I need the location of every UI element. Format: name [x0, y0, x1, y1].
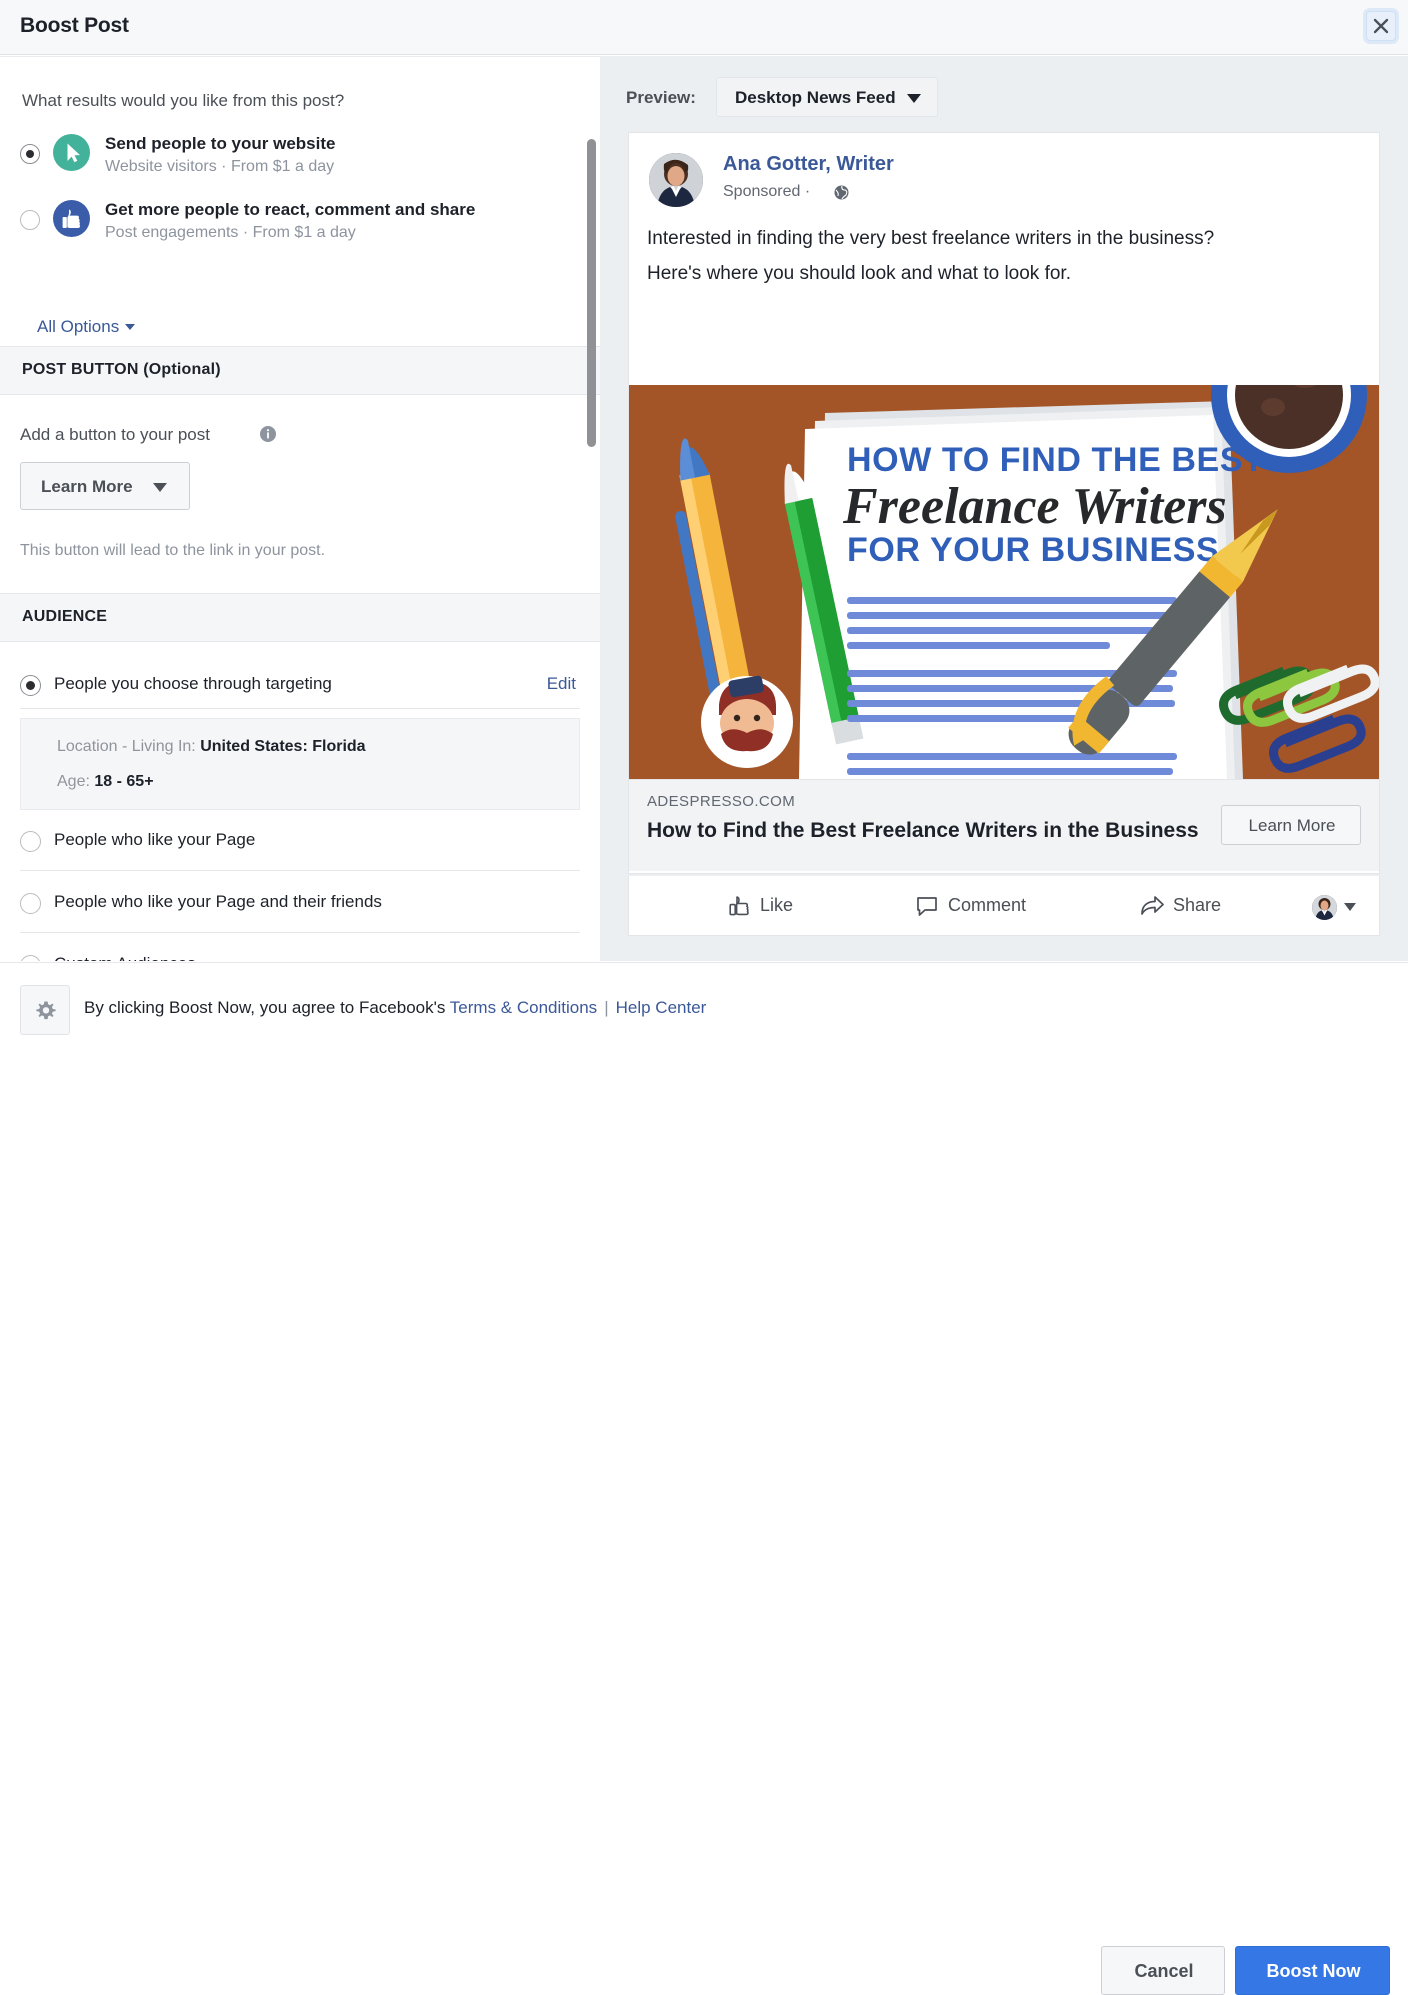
- boost-post-dialog: Boost Post What results would you like f…: [0, 0, 1408, 1995]
- audience-radio-custom[interactable]: [20, 955, 41, 961]
- all-options-label: All Options: [37, 317, 120, 336]
- link-domain: ADESPRESSO.COM: [647, 793, 796, 810]
- agreement-text: By clicking Boost Now, you agree to Face…: [84, 998, 706, 1018]
- thumbs-up-icon: [53, 200, 90, 237]
- targeting-age: Age: 18 - 65+: [57, 773, 154, 791]
- chevron-down-icon: [907, 94, 921, 103]
- goal-title: Get more people to react, comment and sh…: [105, 200, 476, 219]
- audience-option-label: People who like your Page: [54, 830, 256, 849]
- section-header-audience: AUDIENCE: [0, 593, 600, 642]
- share-arrow-icon: [1141, 896, 1164, 915]
- divider: [20, 932, 580, 933]
- goal-question: What results would you like from this po…: [22, 91, 345, 110]
- post-button-hint: This button will lead to the link in you…: [20, 542, 326, 559]
- svg-text:FOR YOUR BUSINESS: FOR YOUR BUSINESS: [847, 531, 1219, 569]
- svg-text:Freelance Writers: Freelance Writers: [842, 478, 1227, 535]
- targeting-location-value: United States: Florida: [200, 738, 366, 755]
- goal-title: Send people to your website: [105, 134, 336, 153]
- comment-label: Comment: [948, 895, 1027, 915]
- chevron-down-icon[interactable]: [1344, 903, 1356, 911]
- edit-targeting-link[interactable]: Edit: [547, 674, 576, 694]
- goal-option-website[interactable]: Send people to your website Website visi…: [0, 127, 600, 187]
- avatar: [649, 153, 703, 207]
- goal-radio-engagement[interactable]: [20, 210, 40, 230]
- svg-text:HOW TO FIND THE BEST: HOW TO FIND THE BEST: [847, 441, 1264, 479]
- avatar[interactable]: [1312, 895, 1337, 920]
- agreement-prefix: By clicking Boost Now, you agree to Face…: [84, 998, 446, 1017]
- comment-bubble-icon: [917, 897, 937, 916]
- goal-subtitle: Post engagements · From $1 a day: [105, 224, 356, 241]
- separator: |: [604, 998, 609, 1017]
- section-header-label: POST BUTTON (Optional): [22, 361, 221, 378]
- thumbs-up-outline-icon: [729, 896, 749, 916]
- help-center-link[interactable]: Help Center: [616, 998, 707, 1017]
- link-attachment: ADESPRESSO.COM How to Find the Best Free…: [629, 779, 1379, 871]
- post-body-line1: Interested in finding the very best free…: [647, 228, 1215, 249]
- goal-option-engagement[interactable]: Get more people to react, comment and sh…: [0, 193, 600, 253]
- link-title[interactable]: How to Find the Best Freelance Writers i…: [647, 816, 1207, 845]
- targeting-age-value: 18 - 65+: [94, 773, 154, 790]
- targeting-age-label: Age:: [57, 773, 90, 790]
- sponsored-label: Sponsored ·: [723, 183, 811, 200]
- divider: [20, 708, 580, 709]
- share-label: Share: [1173, 895, 1222, 915]
- like-label: Like: [760, 895, 794, 915]
- audience-radio-targeting[interactable]: [20, 675, 41, 696]
- targeting-summary: Location - Living In: United States: Flo…: [20, 718, 580, 810]
- goal-subtitle: Website visitors · From $1 a day: [105, 158, 335, 175]
- section-header-label: AUDIENCE: [22, 608, 108, 625]
- targeting-location-label: Location - Living In:: [57, 738, 196, 755]
- placement-select[interactable]: Desktop News Feed: [716, 77, 938, 117]
- audience-radio-page-likers-friends[interactable]: [20, 893, 41, 914]
- boost-now-label: Boost Now: [1266, 1961, 1361, 1981]
- add-button-label: Add a button to your post: [20, 425, 210, 444]
- cancel-label: Cancel: [1134, 1961, 1194, 1981]
- section-header-post-button: POST BUTTON (Optional): [0, 346, 600, 395]
- post-button-select[interactable]: Learn More: [20, 462, 190, 510]
- comment-button[interactable]: Comment: [914, 893, 1026, 919]
- placement-selected-value: Desktop News Feed: [735, 88, 896, 107]
- gear-icon[interactable]: [20, 985, 70, 1035]
- share-button[interactable]: Share: [1139, 893, 1221, 919]
- info-icon[interactable]: [260, 426, 276, 442]
- ad-image[interactable]: HOW TO FIND THE BEST Freelance Writers F…: [629, 385, 1379, 779]
- like-button[interactable]: Like: [726, 893, 793, 919]
- audience-option-label: People who like your Page and their frie…: [54, 892, 382, 911]
- cancel-button[interactable]: Cancel: [1101, 1946, 1225, 1995]
- chevron-down-icon: [153, 483, 167, 492]
- dialog-footer: By clicking Boost Now, you agree to Face…: [0, 962, 1408, 1995]
- page-name[interactable]: Ana Gotter, Writer: [723, 153, 894, 176]
- globe-icon: [834, 185, 849, 200]
- close-icon[interactable]: [1366, 11, 1396, 41]
- post-actions-bar: Like Comment Share: [628, 876, 1380, 936]
- targeting-location: Location - Living In: United States: Flo…: [57, 738, 366, 756]
- dialog-titlebar: Boost Post: [0, 0, 1408, 55]
- dialog-title: Boost Post: [20, 14, 129, 37]
- all-options-link[interactable]: All Options: [37, 317, 136, 337]
- preview-label: Preview:: [626, 88, 696, 107]
- audience-option-label: Custom Audiences: [54, 954, 196, 961]
- boost-now-button[interactable]: Boost Now: [1235, 1946, 1390, 1995]
- preview-panel: Preview: Desktop News Feed Ana Gotter, W…: [600, 56, 1408, 961]
- learn-more-cta-button[interactable]: Learn More: [1221, 805, 1361, 845]
- post-body-line2: Here's where you should look and what to…: [647, 263, 1071, 284]
- learn-more-cta-label: Learn More: [1248, 816, 1336, 835]
- chevron-down-icon: [125, 324, 136, 330]
- terms-link[interactable]: Terms & Conditions: [450, 998, 597, 1017]
- ad-preview-card: Ana Gotter, Writer Sponsored · Intereste…: [628, 132, 1380, 874]
- divider: [20, 870, 580, 871]
- goal-radio-website[interactable]: [20, 144, 40, 164]
- post-button-selected-value: Learn More: [41, 477, 133, 496]
- cursor-pointer-icon: [53, 134, 90, 171]
- audience-radio-page-likers[interactable]: [20, 831, 41, 852]
- settings-panel: What results would you like from this po…: [0, 56, 600, 961]
- audience-option-label: People you choose through targeting: [54, 674, 332, 693]
- settings-panel-scrollbar[interactable]: [587, 139, 596, 447]
